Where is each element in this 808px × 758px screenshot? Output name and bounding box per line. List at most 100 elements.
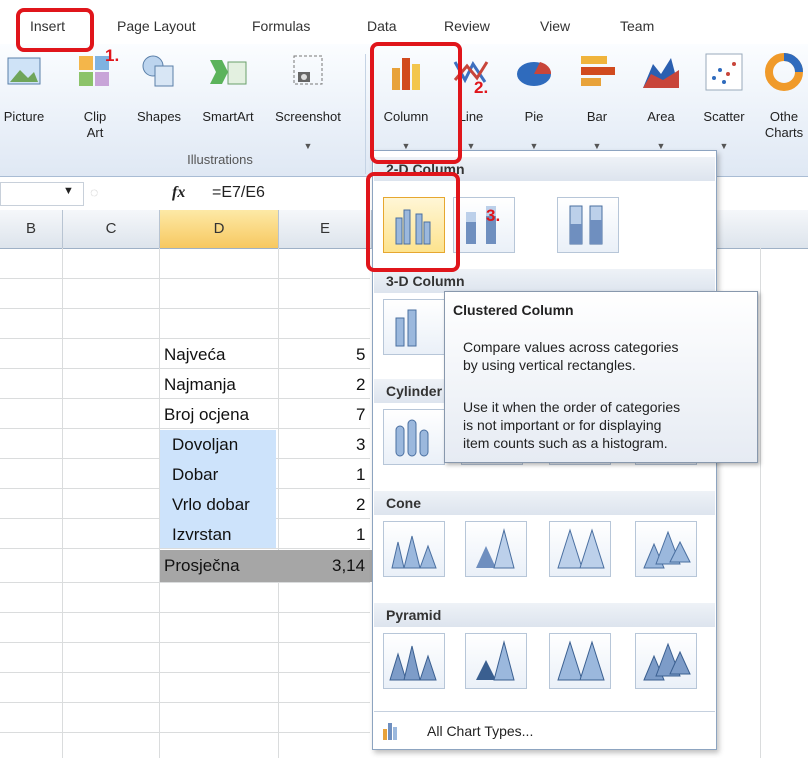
chevron-down-icon: ▼: [303, 141, 313, 151]
column-header-b[interactable]: B: [0, 210, 63, 249]
cone-3d-option[interactable]: [635, 521, 697, 577]
cell-e-value[interactable]: 2: [356, 490, 365, 520]
step-2-label: 2.: [474, 78, 489, 97]
cylinder-column-option[interactable]: [383, 409, 445, 465]
tab-page-layout[interactable]: Page Layout: [117, 18, 196, 34]
section-3d-column: 3-D Column: [374, 269, 715, 293]
highlight-clustered-column: [366, 172, 460, 272]
grid-line: [278, 248, 279, 758]
tab-review[interactable]: Review: [444, 18, 490, 34]
grid-line: [0, 672, 370, 673]
column-header-g[interactable]: [715, 210, 808, 249]
tab-data[interactable]: Data: [367, 18, 397, 34]
100-stacked-column-icon: [569, 205, 603, 245]
cell-d-label[interactable]: Prosječna: [164, 551, 240, 581]
area-chart-icon: [643, 58, 679, 88]
step-1-label: 1.: [105, 46, 120, 65]
step-3-label: 3.: [486, 206, 501, 225]
section-cone: Cone: [374, 491, 715, 515]
3d-clustered-column-option[interactable]: [383, 299, 445, 355]
cell-d-label[interactable]: Izvrstan: [172, 520, 232, 550]
cell-d-label[interactable]: Dobar: [172, 460, 218, 490]
cancel-icon[interactable]: ◌: [90, 184, 98, 200]
pyramid-3d-option[interactable]: [635, 633, 697, 689]
column-header-d[interactable]: D: [160, 210, 279, 249]
cell-e-value[interactable]: 1: [356, 460, 365, 490]
cone-stacked-option[interactable]: [465, 521, 527, 577]
pyramid-clustered-option[interactable]: [383, 633, 445, 689]
column-header-e[interactable]: E: [279, 210, 372, 249]
100-stacked-column-option[interactable]: [557, 197, 619, 253]
fx-icon[interactable]: fx: [172, 184, 185, 202]
column-header-c[interactable]: C: [63, 210, 160, 249]
pie-chart-button[interactable]: Pie ▼: [508, 44, 560, 154]
pyramid-icon: [389, 645, 437, 681]
cell-e-value[interactable]: 2: [356, 370, 365, 400]
cell-e-value[interactable]: 1: [356, 520, 365, 550]
ribbon-tab-bar: Insert Page Layout Formulas Data Review …: [0, 0, 808, 44]
cone-icon: [391, 535, 437, 569]
grid-line: [0, 308, 370, 309]
cone-icon: [643, 530, 691, 569]
screenshot-icon: [293, 55, 323, 85]
cell-d-label[interactable]: Vrlo dobar: [172, 490, 250, 520]
tab-team[interactable]: Team: [620, 18, 654, 34]
cone-icon: [476, 528, 515, 569]
grid-line: [760, 248, 761, 758]
scatter-chart-button[interactable]: Scatter ▼: [694, 44, 754, 154]
cell-e-value[interactable]: 3,14: [332, 551, 365, 581]
pyramid-icon: [476, 640, 515, 681]
formula-input[interactable]: =E7/E6: [212, 184, 265, 202]
bar-chart-icon: [581, 56, 615, 86]
cell-e-value[interactable]: 3: [356, 430, 365, 460]
stacked-column-icon: [466, 206, 496, 244]
cone-100-option[interactable]: [549, 521, 611, 577]
grid-line: [0, 278, 370, 279]
pie-chart-icon: [517, 62, 552, 86]
grid-line: [0, 702, 370, 703]
area-chart-button[interactable]: Area ▼: [636, 44, 686, 154]
bar-chart-button[interactable]: Bar ▼: [574, 44, 620, 154]
all-charts-icon: [383, 723, 397, 740]
screenshot-button[interactable]: Screenshot ▼: [264, 44, 352, 154]
name-box[interactable]: ▼: [0, 182, 84, 206]
group-separator: [365, 54, 366, 174]
cell-d-label[interactable]: Najveća: [164, 340, 225, 370]
pyramid-icon: [557, 640, 605, 681]
cell-d-label[interactable]: Dovoljan: [172, 430, 238, 460]
grid-line: [0, 582, 370, 583]
stacked-column-option[interactable]: [453, 197, 515, 253]
smartart-button[interactable]: SmartArt: [192, 44, 264, 154]
picture-button[interactable]: Picture: [0, 44, 58, 154]
grid-line: [0, 642, 370, 643]
chevron-down-icon[interactable]: ▼: [63, 185, 74, 197]
pyramid-stacked-option[interactable]: [465, 633, 527, 689]
grid-line: [0, 732, 370, 733]
cell-d-label[interactable]: Broj ocjena: [164, 400, 249, 430]
section-pyramid: Pyramid: [374, 603, 715, 627]
tab-formulas[interactable]: Formulas: [252, 18, 310, 34]
other-charts-icon: [765, 53, 803, 91]
all-chart-types-item[interactable]: All Chart Types...: [381, 719, 701, 745]
pyramid-icon: [643, 642, 691, 681]
picture-icon: [7, 57, 41, 85]
3d-column-icon: [395, 309, 417, 347]
cell-e-value[interactable]: 5: [356, 340, 365, 370]
smartart-icon: [210, 60, 247, 85]
shapes-icon: [142, 55, 174, 87]
tooltip: Clustered Column Compare values across c…: [444, 291, 758, 463]
other-charts-button[interactable]: Othe Charts: [758, 44, 808, 154]
grid-line: [62, 248, 63, 758]
scatter-chart-icon: [705, 53, 743, 91]
highlight-column-button: [370, 42, 462, 164]
cone-clustered-option[interactable]: [383, 521, 445, 577]
cylinder-icon: [395, 419, 429, 457]
cell-d-label[interactable]: Najmanja: [164, 370, 236, 400]
cell-e-value[interactable]: 7: [356, 400, 365, 430]
highlight-insert-tab: [16, 8, 94, 52]
tab-view[interactable]: View: [540, 18, 570, 34]
menu-divider: [374, 711, 715, 712]
pyramid-100-option[interactable]: [549, 633, 611, 689]
shapes-button[interactable]: Shapes: [128, 44, 190, 154]
grid-line: [0, 612, 370, 613]
